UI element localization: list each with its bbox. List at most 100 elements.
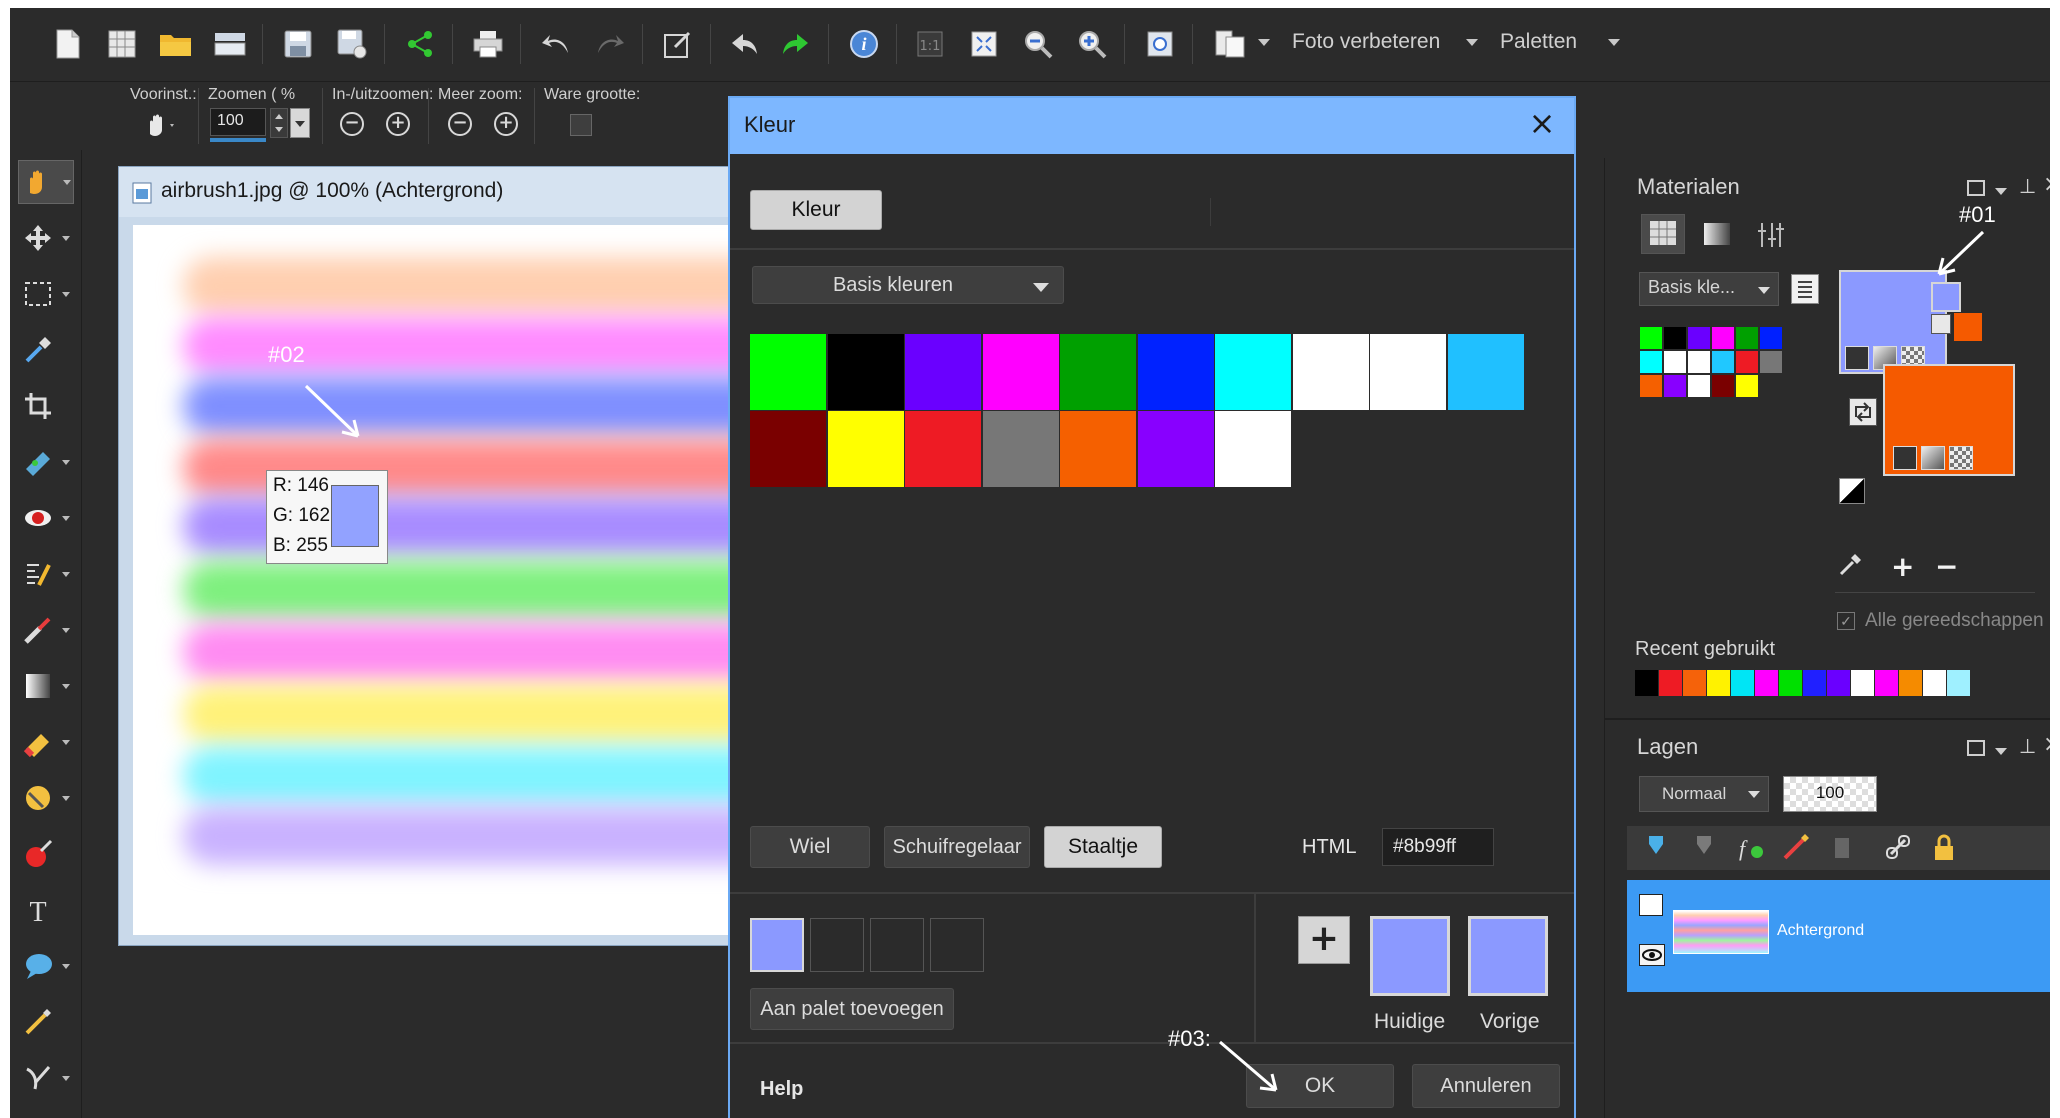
- recent-color-swatch[interactable]: [1851, 670, 1875, 696]
- add-color-icon[interactable]: +: [1298, 916, 1350, 964]
- link-icon[interactable]: [1883, 832, 1913, 862]
- workspace-dropdown-caret[interactable]: [1258, 39, 1270, 46]
- recent-color-swatch[interactable]: [1731, 670, 1755, 696]
- share-icon[interactable]: [400, 24, 440, 64]
- close-icon[interactable]: ×: [2043, 732, 2050, 757]
- text-tool[interactable]: T: [18, 888, 74, 932]
- save-icon[interactable]: [278, 24, 318, 64]
- swap-small-icon[interactable]: [1931, 314, 1951, 334]
- chevron-down-icon[interactable]: [1608, 39, 1620, 46]
- swatch-cell[interactable]: [1215, 334, 1291, 410]
- chevron-down-icon[interactable]: [1995, 748, 2007, 755]
- cancel-button[interactable]: Annuleren: [1412, 1064, 1560, 1108]
- gradient-tab[interactable]: [1695, 214, 1739, 254]
- new-file-icon[interactable]: [48, 24, 88, 64]
- straighten-tool[interactable]: [18, 440, 74, 484]
- small-foreground-swatch[interactable]: [1931, 282, 1961, 312]
- mask-brush-icon[interactable]: [1781, 832, 1811, 862]
- custom-color-slot-empty[interactable]: [810, 918, 864, 972]
- palette-options-icon[interactable]: [1791, 274, 1819, 304]
- zoom-out-icon[interactable]: [1018, 24, 1058, 64]
- actual-size-button[interactable]: [570, 114, 592, 136]
- solid-style-icon[interactable]: [1845, 346, 1869, 370]
- swatch-cell[interactable]: [1137, 334, 1214, 410]
- swatch-cell[interactable]: [827, 334, 904, 410]
- zoom-spinner[interactable]: [270, 108, 288, 138]
- recent-color-swatch[interactable]: [1875, 670, 1899, 696]
- custom-color-slot[interactable]: [750, 918, 804, 972]
- new-from-template-icon[interactable]: [102, 24, 142, 64]
- help-link[interactable]: Help: [760, 1078, 803, 1101]
- html-color-input[interactable]: #8b99ff: [1382, 828, 1494, 866]
- more-zoom-in-button[interactable]: +: [494, 112, 518, 136]
- palette-swatch[interactable]: [1759, 350, 1783, 374]
- swatch-cell[interactable]: [1447, 334, 1524, 410]
- add-icon[interactable]: +: [1891, 550, 1914, 583]
- swap-colors-icon[interactable]: [1849, 398, 1877, 426]
- blend-mode-select[interactable]: Normaal: [1639, 776, 1769, 812]
- color-tab[interactable]: Kleur: [750, 190, 882, 230]
- pin-icon[interactable]: ⊥: [2019, 734, 2036, 758]
- selection-tool[interactable]: [18, 272, 74, 316]
- repeat-icon[interactable]: [776, 24, 816, 64]
- previous-color-swatch[interactable]: [1468, 916, 1548, 996]
- shape-tool[interactable]: [18, 944, 74, 988]
- palette-swatch[interactable]: [1687, 326, 1711, 350]
- recent-color-swatch[interactable]: [1899, 670, 1923, 696]
- opacity-slider[interactable]: 100: [1783, 776, 1877, 812]
- swatch-tab[interactable]: Staaltje: [1044, 826, 1162, 868]
- recent-color-swatch[interactable]: [1755, 670, 1779, 696]
- clone-tool[interactable]: [18, 608, 74, 652]
- gradient-tool[interactable]: [18, 664, 74, 708]
- chevron-down-icon[interactable]: [1466, 39, 1478, 46]
- dialog-titlebar[interactable]: Kleur ×: [730, 98, 1574, 154]
- texture-style-icon[interactable]: [1949, 446, 1973, 470]
- custom-color-slot-empty[interactable]: [870, 918, 924, 972]
- palette-select[interactable]: Basis kle...: [1639, 272, 1779, 306]
- recent-color-swatch[interactable]: [1827, 670, 1851, 696]
- delete-layer-icon[interactable]: [1827, 832, 1857, 862]
- zoom-dropdown[interactable]: [290, 108, 310, 138]
- more-zoom-out-button[interactable]: −: [448, 112, 472, 136]
- palette-swatch[interactable]: [1735, 374, 1759, 398]
- palette-swatch[interactable]: [1711, 326, 1735, 350]
- zoom-out-button[interactable]: −: [340, 112, 364, 136]
- redo-icon[interactable]: [590, 24, 630, 64]
- revert-icon[interactable]: [724, 24, 764, 64]
- palette-swatch[interactable]: [1639, 326, 1663, 350]
- swatch-cell[interactable]: [1370, 334, 1446, 410]
- recent-color-swatch[interactable]: [1683, 670, 1707, 696]
- small-background-swatch[interactable]: [1953, 312, 1983, 342]
- recent-color-swatch[interactable]: [1635, 670, 1659, 696]
- chevron-down-icon[interactable]: [1995, 188, 2007, 195]
- pin-icon[interactable]: ⊥: [2019, 174, 2036, 198]
- palette-swatch[interactable]: [1759, 326, 1783, 350]
- swatch-cell[interactable]: [982, 411, 1059, 487]
- palette-dropdown[interactable]: Basis kleuren: [752, 266, 1064, 304]
- palette-swatch[interactable]: [1711, 374, 1735, 398]
- actual-size-icon[interactable]: 1:1: [910, 24, 950, 64]
- panel-maximize-icon[interactable]: [1967, 740, 1985, 756]
- layer-row-background[interactable]: Achtergrond: [1627, 880, 2050, 992]
- open-folder-icon[interactable]: [156, 24, 196, 64]
- overview-icon[interactable]: [1140, 24, 1180, 64]
- zoom-in-button[interactable]: +: [386, 112, 410, 136]
- crop-tool[interactable]: [18, 384, 74, 428]
- swatch-cell[interactable]: [750, 411, 826, 487]
- reset-colors-icon[interactable]: [1839, 478, 1865, 504]
- solid-style-icon[interactable]: [1893, 446, 1917, 470]
- zoom-in-icon[interactable]: [1072, 24, 1112, 64]
- undo-icon[interactable]: [536, 24, 576, 64]
- swatch-cell[interactable]: [1060, 411, 1136, 487]
- recent-color-swatch[interactable]: [1947, 670, 1971, 696]
- recent-color-swatch[interactable]: [1707, 670, 1731, 696]
- gradient-style-icon[interactable]: [1921, 446, 1945, 470]
- wheel-tab[interactable]: Wiel: [750, 826, 870, 868]
- menu-photo-enhance[interactable]: Foto verbeteren: [1292, 30, 1440, 54]
- dialog-close-icon[interactable]: ×: [1524, 106, 1560, 142]
- palette-swatch[interactable]: [1735, 350, 1759, 374]
- workspace-icon[interactable]: [1210, 24, 1250, 64]
- pan-tool[interactable]: [18, 160, 74, 204]
- swatch-cell[interactable]: [905, 334, 981, 410]
- new-layer-icon[interactable]: [1641, 832, 1671, 862]
